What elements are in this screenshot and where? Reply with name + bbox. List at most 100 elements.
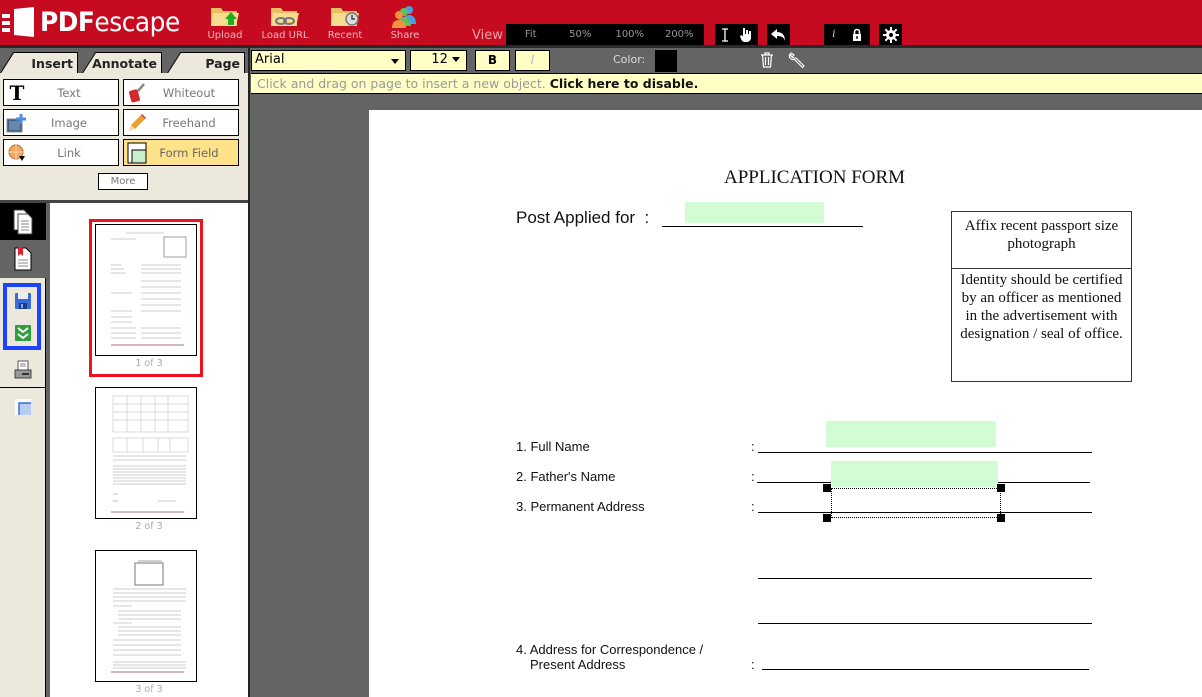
save-button[interactable] <box>0 287 46 315</box>
whiteout-tool-label: Whiteout <box>162 85 216 100</box>
tab-page[interactable]: Page <box>167 52 245 74</box>
post-applied-line <box>662 226 863 227</box>
tab-annotate[interactable]: Annotate <box>82 52 162 74</box>
cursor-tools <box>715 24 758 45</box>
chevron-down-icon <box>391 59 399 64</box>
settings-button[interactable] <box>879 24 902 45</box>
field-label-present-address: Present Address <box>530 657 626 672</box>
link-icon <box>8 144 25 161</box>
pdf-page[interactable]: APPLICATION FORM Post Applied for : Affi… <box>369 110 1202 697</box>
undo-button[interactable] <box>767 24 790 45</box>
zoom-50-button[interactable]: 50% <box>556 29 606 40</box>
zoom-fit-button[interactable]: Fit <box>506 29 556 40</box>
logo-text: PDFescape <box>40 6 180 38</box>
field-label-full-name: 1. Full Name <box>516 439 590 454</box>
pencil-icon <box>129 113 146 131</box>
font-size-value: 12 <box>431 52 448 67</box>
full-name-form-field[interactable] <box>826 421 996 447</box>
whiteout-icon <box>129 82 145 102</box>
folder-upload-icon <box>211 8 239 26</box>
text-icon: T <box>9 80 25 105</box>
zoom-200-button[interactable]: 200% <box>655 29 705 40</box>
font-select[interactable]: Arial <box>251 50 406 71</box>
new-form-field-selection[interactable] <box>831 488 1001 518</box>
zoom-bar: Fit 50% 100% 200% <box>506 24 704 45</box>
italic-button[interactable]: I <box>515 50 550 71</box>
page-layout-icon <box>15 399 31 415</box>
hand-icon[interactable] <box>739 27 753 42</box>
font-value: Arial <box>255 52 285 67</box>
print-button[interactable] <box>0 353 46 387</box>
thumbnail-page-1[interactable] <box>95 224 197 356</box>
page-layout-button[interactable] <box>0 393 46 421</box>
thumbnail-preview <box>111 232 187 346</box>
present-address-line <box>762 669 1089 670</box>
form-field-icon <box>127 142 147 163</box>
chevron-down-icon <box>452 57 460 62</box>
tab-insert-label: Insert <box>31 55 73 71</box>
tab-annotate-label: Annotate <box>92 55 157 71</box>
form-title: APPLICATION FORM <box>724 167 906 188</box>
pages-view-button[interactable] <box>0 203 46 240</box>
resize-handle-bottom-left[interactable] <box>823 514 831 522</box>
load-url-button[interactable]: Load URL <box>260 2 310 44</box>
field-label-correspondence-address: 4. Address for Correspondence / <box>516 642 704 657</box>
freehand-tool-button[interactable]: Freehand <box>123 109 239 136</box>
info-icon[interactable]: i <box>832 29 835 40</box>
colon: : <box>751 469 755 484</box>
thumbnail-page-3[interactable] <box>95 550 197 682</box>
panel-border <box>248 48 250 697</box>
thumbnail-label-1: 1 of 3 <box>135 358 163 369</box>
recent-label: Recent <box>327 30 363 41</box>
app-logo[interactable]: PDFescape <box>0 2 192 42</box>
page-thumbnails: 1 of 3 2 of 3 3 of 3 <box>50 203 248 697</box>
disable-hint-link[interactable]: Click here to disable. <box>550 76 699 91</box>
trash-icon[interactable] <box>760 52 774 68</box>
thumbnail-preview <box>111 395 189 513</box>
text-tool-label: Text <box>57 85 81 100</box>
freehand-tool-label: Freehand <box>162 115 216 130</box>
wrench-icon[interactable] <box>788 51 806 69</box>
download-button[interactable] <box>0 319 46 347</box>
field-label-fathers-name: 2. Father's Name <box>516 469 616 484</box>
image-icon <box>6 113 26 132</box>
document-tools: i <box>824 24 870 45</box>
bookmarks-view-button[interactable] <box>0 240 46 278</box>
resize-handle-top-left[interactable] <box>823 484 831 492</box>
whiteout-tool-button[interactable]: Whiteout <box>123 79 239 106</box>
resize-handle-top-right[interactable] <box>997 484 1005 492</box>
print-icon <box>14 360 32 379</box>
zoom-100-button[interactable]: 100% <box>605 29 655 40</box>
post-applied-form-field[interactable] <box>685 202 824 223</box>
lock-icon[interactable] <box>852 28 862 41</box>
text-cursor-icon[interactable] <box>720 27 730 42</box>
form-field-tool-button[interactable]: Form Field <box>123 139 239 166</box>
tab-insert[interactable]: Insert <box>0 52 78 74</box>
thumbnail-page-2[interactable] <box>95 387 197 519</box>
pages-icon <box>13 209 33 234</box>
full-name-line <box>758 452 1092 453</box>
address-line-2 <box>758 578 1092 579</box>
recent-button[interactable]: Recent <box>320 2 370 44</box>
gear-icon <box>882 26 899 43</box>
colon: : <box>751 499 755 514</box>
logo-icon <box>2 7 34 37</box>
identity-instruction: Identity should be certified by an offic… <box>960 272 1123 342</box>
link-tool-button[interactable]: Link <box>3 139 119 166</box>
colon: : <box>751 657 755 672</box>
bold-button[interactable]: B <box>475 50 510 71</box>
color-picker[interactable] <box>655 50 677 72</box>
share-button[interactable]: Share <box>380 2 430 44</box>
upload-button[interactable]: Upload <box>200 2 250 44</box>
address-line-3 <box>758 623 1092 624</box>
text-tool-button[interactable]: T Text <box>3 79 119 106</box>
image-tool-button[interactable]: Image <box>3 109 119 136</box>
resize-handle-bottom-right[interactable] <box>997 514 1005 522</box>
font-size-select[interactable]: 12 <box>410 50 467 71</box>
image-tool-label: Image <box>50 115 88 130</box>
view-label: View <box>472 28 503 43</box>
bookmark-icon <box>14 247 32 271</box>
tab-page-label: Page <box>205 55 240 71</box>
fathers-name-form-field[interactable] <box>831 461 998 487</box>
more-tools-button[interactable]: More <box>98 173 148 190</box>
